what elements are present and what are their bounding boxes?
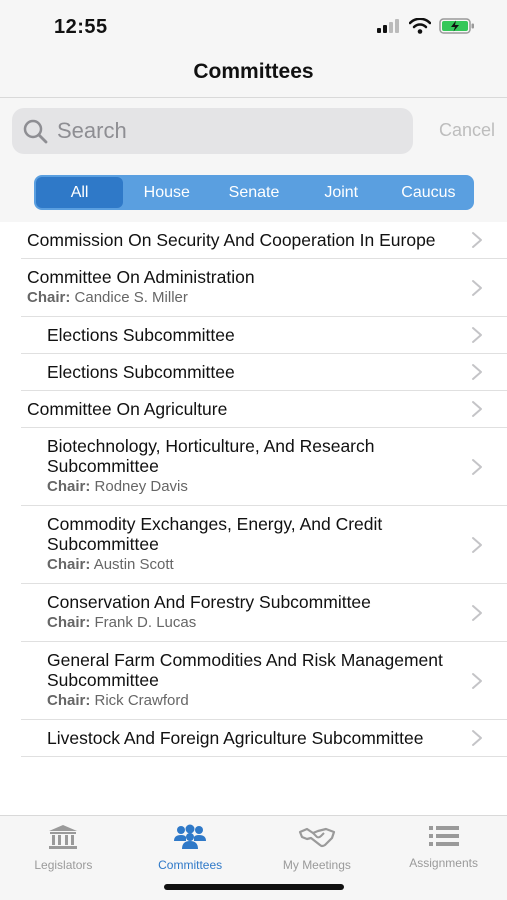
- chevron-right-icon: [471, 326, 483, 349]
- segment-senate[interactable]: Senate: [210, 177, 297, 208]
- navigation-bar: Committees: [0, 52, 507, 98]
- segment-house[interactable]: House: [123, 177, 210, 208]
- row-title: Elections Subcommittee: [47, 325, 235, 345]
- chevron-right-icon: [471, 231, 483, 254]
- chevron-right-icon: [471, 672, 483, 695]
- chair-name: Austin Scott: [93, 556, 174, 573]
- tab-label: My Meetings: [282, 858, 351, 872]
- tab-label: Assignments: [409, 856, 478, 870]
- subcommittee-row[interactable]: Elections Subcommittee: [21, 354, 507, 391]
- row-title: Conservation And Forestry Subcommittee: [47, 592, 371, 612]
- committee-row[interactable]: Committee On Agriculture: [21, 391, 507, 428]
- cellular-signal-icon: [377, 19, 399, 33]
- subcommittee-row[interactable]: Conservation And Forestry Subcommittee Ch…: [21, 584, 507, 642]
- filter-row: All House Senate Joint Caucus: [0, 164, 507, 222]
- list-icon: [428, 824, 460, 856]
- row-title: Commission On Security And Cooperation I…: [27, 230, 436, 250]
- row-chair: Chair: Rick Crawford: [47, 691, 467, 711]
- cancel-button[interactable]: Cancel: [439, 120, 495, 141]
- tab-label: Legislators: [34, 858, 93, 872]
- committee-row[interactable]: Commission On Security And Cooperation I…: [21, 222, 507, 259]
- chevron-right-icon: [471, 458, 483, 481]
- row-title: Livestock And Foreign Agriculture Subcom…: [47, 728, 424, 748]
- tab-legislators[interactable]: Legislators: [0, 816, 127, 900]
- committee-row[interactable]: Committee On Administration Chair: Candic…: [21, 259, 507, 317]
- chair-label: Chair:: [47, 614, 91, 631]
- row-chair: Chair: Rodney Davis: [47, 477, 467, 497]
- row-title: Committee On Administration: [27, 267, 255, 287]
- segment-all[interactable]: All: [36, 177, 124, 208]
- chair-name: Rodney Davis: [94, 478, 188, 495]
- chair-name: Candice S. Miller: [74, 289, 188, 306]
- wifi-icon: [409, 18, 431, 34]
- tab-assignments[interactable]: Assignments: [380, 816, 507, 900]
- page-title: Committees: [193, 60, 314, 83]
- chair-label: Chair:: [47, 478, 91, 495]
- chair-label: Chair:: [47, 692, 91, 709]
- battery-charging-icon: [439, 18, 474, 34]
- chevron-right-icon: [471, 363, 483, 386]
- capitol-icon: [47, 824, 79, 858]
- chair-label: Chair:: [47, 556, 91, 573]
- status-time: 12:55: [54, 16, 108, 38]
- subcommittee-row[interactable]: Commodity Exchanges, Energy, And Credit …: [21, 506, 507, 584]
- segmented-control: All House Senate Joint Caucus: [34, 175, 474, 210]
- chair-label: Chair:: [27, 289, 71, 306]
- row-title: Committee On Agriculture: [27, 399, 228, 419]
- search-input[interactable]: [57, 114, 397, 148]
- segment-joint[interactable]: Joint: [298, 177, 385, 208]
- row-chair: Chair: Austin Scott: [47, 555, 467, 575]
- segment-caucus[interactable]: Caucus: [385, 177, 472, 208]
- search-box[interactable]: [12, 108, 413, 154]
- row-title: Elections Subcommittee: [47, 362, 235, 382]
- chevron-right-icon: [471, 536, 483, 559]
- search-row: Cancel: [0, 98, 507, 164]
- chevron-right-icon: [471, 729, 483, 752]
- chair-name: Frank D. Lucas: [94, 614, 197, 631]
- handshake-icon: [298, 824, 336, 858]
- people-group-icon: [173, 824, 207, 858]
- row-chair: Chair: Frank D. Lucas: [47, 613, 467, 633]
- row-title: Biotechnology, Horticulture, And Researc…: [47, 436, 375, 476]
- home-indicator: [164, 884, 344, 890]
- subcommittee-row[interactable]: Livestock And Foreign Agriculture Subcom…: [21, 720, 507, 757]
- committee-list[interactable]: Commission On Security And Cooperation I…: [0, 222, 507, 815]
- status-bar: 12:55: [0, 0, 507, 52]
- chevron-right-icon: [471, 400, 483, 423]
- status-icons: [377, 18, 475, 34]
- row-chair: Chair: Candice S. Miller: [27, 288, 467, 308]
- row-title: General Farm Commodities And Risk Manage…: [47, 650, 443, 690]
- subcommittee-row[interactable]: Elections Subcommittee: [21, 317, 507, 354]
- subcommittee-row[interactable]: General Farm Commodities And Risk Manage…: [21, 642, 507, 720]
- row-title: Commodity Exchanges, Energy, And Credit …: [47, 514, 383, 554]
- chevron-right-icon: [471, 279, 483, 302]
- search-icon: [23, 119, 48, 144]
- chevron-right-icon: [471, 604, 483, 627]
- tab-label: Committees: [158, 858, 223, 872]
- chair-name: Rick Crawford: [94, 692, 189, 709]
- subcommittee-row[interactable]: Biotechnology, Horticulture, And Researc…: [21, 428, 507, 506]
